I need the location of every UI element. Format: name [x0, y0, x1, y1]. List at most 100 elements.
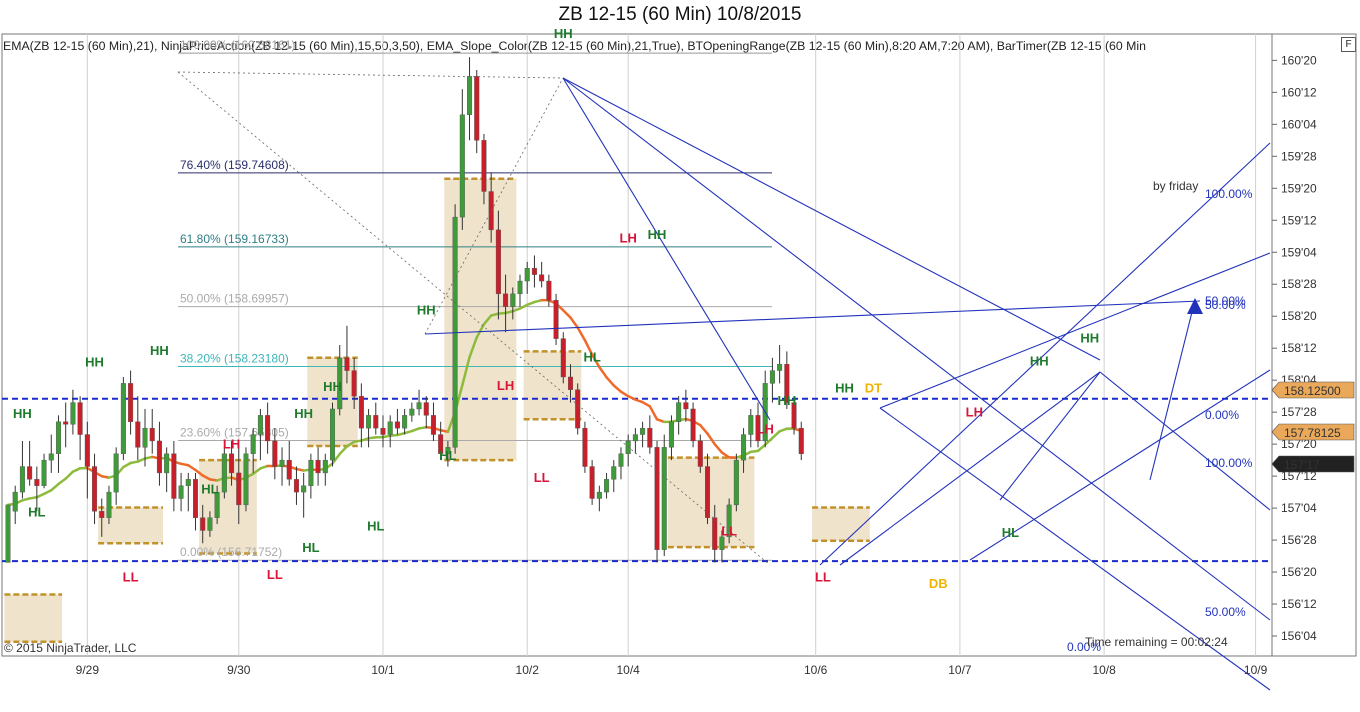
up-candle	[366, 415, 372, 429]
up-candle	[243, 453, 249, 506]
opening-range-box	[812, 507, 870, 541]
up-candle	[517, 280, 523, 295]
down-candle	[683, 402, 689, 410]
down-candle	[553, 300, 559, 339]
y-tick-label: 159'12	[1281, 213, 1317, 227]
y-tick-label: 159'04	[1281, 245, 1317, 259]
opening-range-box	[4, 594, 63, 642]
up-candle	[769, 370, 775, 384]
down-candle	[358, 395, 364, 429]
ema-segment	[598, 365, 608, 379]
swing-label: HH	[554, 26, 573, 41]
down-candle	[156, 440, 162, 474]
fib-level-label: 38.20% (158.23180)	[180, 352, 289, 366]
down-candle	[474, 76, 480, 141]
down-candle	[229, 453, 235, 474]
pitchfork-percent-label: 0.00%	[1205, 408, 1239, 422]
up-candle	[279, 459, 285, 467]
down-candle	[705, 466, 711, 518]
swing-label: LH	[966, 405, 983, 420]
arrow-head	[1187, 298, 1203, 314]
up-candle	[632, 434, 638, 442]
down-candle	[503, 293, 509, 307]
down-candle	[697, 440, 703, 467]
swing-label: HH	[648, 227, 667, 242]
down-candle	[149, 427, 155, 442]
x-tick-label: 10/7	[948, 663, 972, 677]
up-candle	[387, 421, 393, 435]
down-candle	[84, 434, 90, 467]
down-candle	[236, 472, 242, 506]
ema-segment	[648, 405, 659, 421]
down-candle	[293, 479, 299, 493]
swing-label: HH	[777, 393, 796, 408]
down-candle	[430, 415, 436, 435]
ema-segment	[706, 432, 716, 446]
price-badge-label: 157'17	[1284, 458, 1320, 472]
fib-anchor-line	[177, 71, 564, 79]
down-candle	[351, 370, 357, 397]
trend-line	[1099, 371, 1271, 511]
up-candle	[12, 491, 18, 512]
trend-line	[562, 77, 771, 421]
fib-level-label: 0.00% (156.71752)	[180, 545, 282, 559]
up-candle	[257, 415, 263, 435]
swing-label: HH	[85, 355, 104, 370]
up-candle	[459, 114, 465, 218]
up-candle	[719, 536, 725, 550]
down-candle	[380, 427, 386, 435]
down-candle	[560, 338, 566, 378]
price-chart[interactable]: 100.00% (160.68161) 76.40% (159.74608) 61.…	[0, 0, 1360, 712]
x-tick-label: 10/8	[1092, 663, 1116, 677]
up-candle	[748, 415, 754, 435]
x-tick-label: 10/2	[516, 663, 540, 677]
pitchfork-percent-label: 50.00%	[1205, 605, 1246, 619]
ema-segment	[562, 309, 572, 319]
swing-label: LH	[497, 378, 514, 393]
swing-label: LL	[267, 567, 283, 582]
ema-segment	[699, 423, 709, 435]
swing-label: LL	[534, 470, 550, 485]
up-candle	[164, 453, 170, 474]
down-candle	[27, 466, 33, 480]
up-candle	[142, 427, 148, 448]
swing-label: LL	[721, 524, 737, 539]
down-candle	[423, 402, 429, 416]
down-candle	[654, 447, 660, 550]
up-candle	[604, 479, 610, 493]
up-candle	[221, 453, 227, 493]
trend-line	[562, 77, 1101, 361]
ema-segment	[338, 445, 349, 456]
down-candle	[394, 421, 400, 429]
up-candle	[308, 459, 314, 486]
down-candle	[582, 427, 588, 467]
y-tick-label: 158'12	[1281, 341, 1317, 355]
trend-line	[999, 371, 1101, 501]
up-candle	[48, 453, 54, 461]
up-candle	[661, 447, 667, 550]
down-candle	[531, 268, 537, 275]
fib-level-label: 50.00% (158.69957)	[180, 292, 289, 306]
down-candle	[63, 421, 69, 425]
swing-label: HH	[294, 406, 313, 421]
swing-label: LL	[123, 570, 139, 585]
up-candle	[640, 427, 646, 435]
x-tick-label: 9/30	[227, 663, 251, 677]
up-candle	[524, 268, 530, 282]
down-candle	[546, 280, 552, 301]
ema-segment	[619, 390, 630, 398]
up-candle	[611, 466, 617, 480]
swing-label: HL	[439, 448, 456, 463]
ema-segment	[756, 443, 767, 453]
down-candle	[798, 427, 804, 454]
y-tick-label: 158'28	[1281, 277, 1317, 291]
down-candle	[539, 274, 545, 282]
x-tick-label: 10/4	[617, 663, 641, 677]
ema-segment	[713, 442, 724, 454]
down-candle	[495, 229, 501, 295]
up-candle	[185, 479, 191, 486]
trend-line	[839, 371, 1101, 566]
swing-label: HL	[201, 481, 218, 496]
up-candle	[416, 402, 422, 410]
down-candle	[265, 415, 271, 442]
